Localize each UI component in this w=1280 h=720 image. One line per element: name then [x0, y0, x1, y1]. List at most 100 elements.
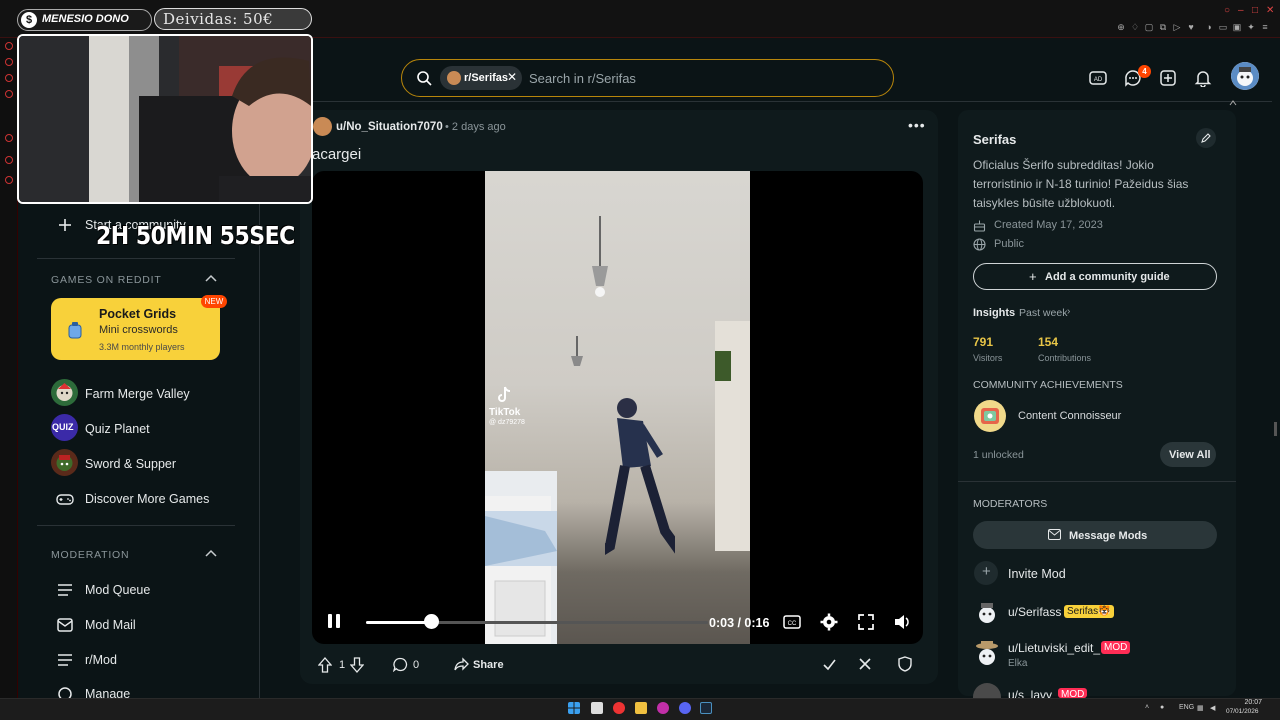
- volume-icon[interactable]: [893, 613, 911, 631]
- ai-icon[interactable]: ✦: [1246, 22, 1256, 32]
- settings-gear-icon[interactable]: [820, 613, 838, 631]
- remove-icon[interactable]: [858, 657, 872, 671]
- plus-icon: +: [982, 563, 991, 580]
- file-explorer-icon[interactable]: [635, 702, 647, 714]
- mod-username[interactable]: u/Serifass: [1008, 605, 1061, 619]
- visibility-label: Public: [994, 238, 1024, 250]
- ads-icon[interactable]: AD: [1089, 69, 1107, 87]
- sidebar-app-icon[interactable]: [5, 176, 13, 184]
- play-icon[interactable]: ▷: [1172, 22, 1182, 32]
- extension-icon[interactable]: ◑: [1204, 22, 1214, 32]
- menu-icon[interactable]: ≡: [1260, 22, 1270, 32]
- mod-username[interactable]: u/Lietuviski_edit_: [1008, 641, 1100, 655]
- sidebar-app-icon[interactable]: [5, 42, 13, 50]
- zoom-icon[interactable]: ⊕: [1116, 22, 1126, 32]
- tray-chevron-icon[interactable]: ˄: [1145, 704, 1149, 711]
- copy-icon[interactable]: ⧉: [1158, 22, 1168, 32]
- clock-date[interactable]: 07/01/2026: [1226, 708, 1259, 715]
- mod-shield-icon[interactable]: [898, 656, 912, 672]
- sidebar-app-icon[interactable]: [5, 58, 13, 66]
- fullscreen-icon[interactable]: [857, 613, 875, 631]
- pin-icon[interactable]: ♢: [1130, 22, 1140, 32]
- discover-more-games-link[interactable]: Discover More Games: [85, 492, 209, 506]
- post-author-avatar[interactable]: [313, 117, 332, 136]
- share-icon[interactable]: [454, 657, 469, 672]
- clock-time[interactable]: 20:07: [1232, 699, 1262, 706]
- search-browser-icon[interactable]: ○: [1224, 5, 1230, 16]
- post-title[interactable]: acargei: [312, 146, 361, 163]
- invite-mod-link[interactable]: Invite Mod: [1008, 567, 1066, 581]
- discord-icon[interactable]: [679, 702, 691, 714]
- sidebar-scroll-up-icon[interactable]: [1229, 100, 1237, 106]
- page-scrollbar[interactable]: [1272, 38, 1280, 698]
- maximize-icon[interactable]: □: [1252, 5, 1258, 16]
- chevron-right-icon[interactable]: ›: [1067, 306, 1070, 317]
- dollar-icon: $: [21, 12, 37, 28]
- screenshot-icon[interactable]: ▢: [1144, 22, 1154, 32]
- sidebar-app-icon[interactable]: [5, 90, 13, 98]
- mod-subtitle: Elka: [1008, 658, 1028, 669]
- mod-mail-link[interactable]: Mod Mail: [85, 618, 136, 632]
- close-icon[interactable]: ✕: [1266, 5, 1274, 16]
- new-badge: NEW: [201, 295, 227, 308]
- tiktok-watermark-user: @ dz79278: [489, 419, 525, 426]
- network-icon[interactable]: ▦: [1197, 704, 1204, 712]
- heart-icon[interactable]: ♥: [1186, 22, 1196, 32]
- manage-link[interactable]: Manage: [85, 687, 130, 698]
- chevron-up-icon[interactable]: [205, 549, 217, 557]
- minimize-icon[interactable]: –: [1238, 5, 1244, 16]
- chrome-icon[interactable]: [613, 702, 625, 714]
- pause-icon[interactable]: [325, 612, 343, 630]
- wallet-icon[interactable]: ▣: [1232, 22, 1242, 32]
- achievement-name[interactable]: Content Connoisseur: [1018, 410, 1121, 422]
- sidebar-divider: [958, 481, 1236, 482]
- games-section-header[interactable]: GAMES ON REDDIT: [51, 274, 162, 286]
- captions-icon[interactable]: CC: [783, 613, 801, 631]
- scrollbar-thumb[interactable]: [1274, 422, 1277, 436]
- approve-icon[interactable]: [822, 657, 837, 672]
- moderation-section-header[interactable]: MODERATION: [51, 549, 129, 561]
- mod-avatar[interactable]: [973, 598, 1001, 626]
- share-button[interactable]: Share: [473, 659, 504, 671]
- pocket-grids-subtitle: Mini crosswords: [99, 324, 178, 336]
- opera-icon[interactable]: [657, 702, 669, 714]
- sidebar-app-icon[interactable]: [5, 134, 13, 142]
- sword-supper-icon: [56, 455, 73, 471]
- speaker-icon[interactable]: ◀: [1210, 704, 1215, 712]
- steam-icon[interactable]: [700, 702, 712, 714]
- mod-avatar[interactable]: [973, 638, 1001, 668]
- chevron-up-icon[interactable]: [205, 274, 217, 282]
- game-quiz-planet[interactable]: Quiz Planet: [85, 422, 150, 436]
- sidebar-app-icon[interactable]: [5, 74, 13, 82]
- mod-queue-icon: [58, 584, 72, 596]
- search-input[interactable]: Search in r/Serifas: [529, 71, 636, 86]
- windows-start-icon[interactable]: [568, 702, 580, 714]
- downvote-icon[interactable]: [350, 657, 364, 673]
- game-farm-merge-valley[interactable]: Farm Merge Valley: [85, 387, 190, 401]
- video-progress-fill: [366, 621, 431, 624]
- notifications-icon[interactable]: [1194, 69, 1212, 87]
- clear-scope-icon[interactable]: ✕: [507, 70, 517, 84]
- comment-icon[interactable]: [393, 657, 408, 672]
- mod-username[interactable]: u/s_lavy: [1008, 688, 1052, 698]
- post-author[interactable]: u/No_Situation7070: [336, 121, 443, 133]
- video-player[interactable]: TikTok @ dz79278: [312, 171, 923, 644]
- create-post-icon[interactable]: [1159, 69, 1177, 87]
- message-icon[interactable]: ▭: [1218, 22, 1228, 32]
- user-avatar[interactable]: [1231, 62, 1259, 90]
- created-date: Created May 17, 2023: [994, 219, 1103, 231]
- mic-icon[interactable]: ●: [1160, 704, 1164, 711]
- more-options-icon[interactable]: •••: [908, 117, 926, 133]
- r-mod-link[interactable]: r/Mod: [85, 653, 117, 667]
- mod-queue-link[interactable]: Mod Queue: [85, 583, 150, 597]
- task-view-icon[interactable]: [591, 702, 603, 714]
- language-indicator[interactable]: ENG: [1179, 704, 1194, 711]
- sidebar-app-icon[interactable]: [5, 156, 13, 164]
- achievement-badge-icon[interactable]: [973, 399, 1007, 433]
- subreddit-avatar: [447, 71, 461, 85]
- upvote-icon[interactable]: [318, 657, 332, 673]
- search-icon[interactable]: [416, 70, 432, 86]
- game-sword-supper[interactable]: Sword & Supper: [85, 457, 176, 471]
- insights-range-dropdown[interactable]: Past week: [1019, 307, 1067, 319]
- video-progress-handle[interactable]: [424, 614, 439, 629]
